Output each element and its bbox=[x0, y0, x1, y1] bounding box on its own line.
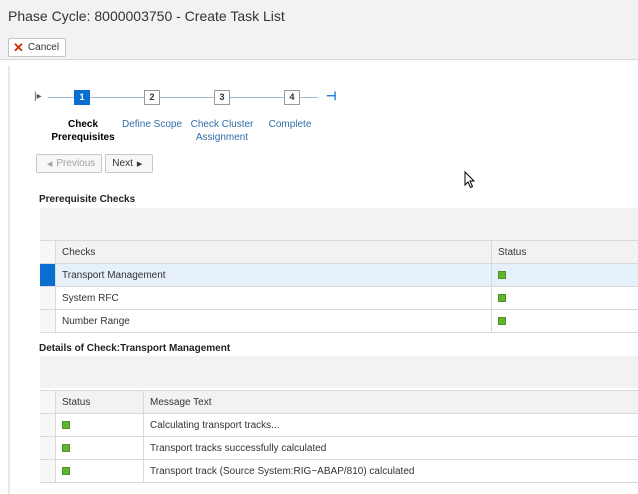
status-green-icon bbox=[498, 294, 506, 302]
row-selector[interactable] bbox=[40, 287, 56, 309]
wizard-step-2-label[interactable]: Define Scope bbox=[114, 118, 190, 131]
column-header-status[interactable]: Status bbox=[56, 391, 144, 413]
cancel-button[interactable]: ✕ Cancel bbox=[8, 38, 67, 57]
message-cell: Calculating transport tracks... bbox=[150, 419, 280, 431]
message-cell: Transport track (Source System:RIG~ABAP/… bbox=[150, 465, 415, 477]
mouse-cursor-icon bbox=[464, 171, 476, 189]
status-cell bbox=[492, 264, 506, 286]
wizard-step-1-label-line2: Prerequisites bbox=[51, 132, 115, 143]
prerequisite-checks-title: Prerequisite Checks bbox=[39, 194, 136, 205]
wizard-step-3[interactable]: 3 bbox=[214, 90, 230, 105]
wizard-start-icon: |▸ bbox=[34, 91, 42, 102]
table-row[interactable]: Calculating transport tracks... bbox=[40, 414, 638, 437]
row-selector[interactable] bbox=[40, 310, 56, 332]
status-cell bbox=[492, 310, 506, 332]
table-row[interactable]: Number Range bbox=[40, 310, 638, 333]
status-green-icon bbox=[498, 317, 506, 325]
previous-button[interactable]: ◀ Previous bbox=[36, 154, 103, 173]
details-table: Status Message Text Calculating transpor… bbox=[40, 390, 638, 483]
title-bar: Phase Cycle: 8000003750 - Create Task Li… bbox=[0, 0, 638, 32]
table-header-row: Status Message Text bbox=[40, 391, 638, 414]
status-green-icon bbox=[62, 421, 70, 429]
previous-label: Previous bbox=[56, 158, 96, 169]
prerequisite-table: Checks Status Transport Management Syste… bbox=[40, 240, 638, 333]
wizard-step-2-label-line1: Define Scope bbox=[121, 119, 183, 130]
row-selector[interactable] bbox=[40, 437, 56, 459]
wizard-step-4-label[interactable]: Complete bbox=[256, 118, 324, 131]
details-title: Details of Check:Transport Management bbox=[39, 343, 231, 354]
table-row[interactable]: Transport track (Source System:RIG~ABAP/… bbox=[40, 460, 638, 483]
wizard-step-4-label-line1: Complete bbox=[268, 119, 312, 130]
wizard-end-icon: ⊣ bbox=[326, 89, 337, 103]
wizard-step-3-label-line1: Check Cluster bbox=[190, 119, 254, 130]
row-selector[interactable] bbox=[40, 264, 56, 286]
row-selector[interactable] bbox=[40, 460, 56, 482]
close-icon: ✕ bbox=[13, 40, 24, 55]
column-header-message[interactable]: Message Text bbox=[144, 391, 212, 413]
cancel-label: Cancel bbox=[27, 42, 60, 53]
main-content: |▸ ⊣ 1 2 3 4 Check Prerequisites Define … bbox=[8, 66, 638, 494]
toolbar: ✕ Cancel bbox=[0, 32, 638, 60]
wizard-step-1-label-line1: Check bbox=[67, 119, 98, 130]
column-header-checks[interactable]: Checks bbox=[56, 241, 492, 263]
check-name-cell: Number Range bbox=[56, 310, 492, 332]
status-green-icon bbox=[62, 467, 70, 475]
wizard-step-3-label[interactable]: Check Cluster Assignment bbox=[184, 118, 260, 144]
wizard-step-2[interactable]: 2 bbox=[144, 90, 160, 105]
next-button[interactable]: Next ▶ bbox=[105, 154, 154, 173]
status-cell bbox=[56, 414, 144, 436]
wizard-nav: ◀ Previous Next ▶ bbox=[36, 154, 156, 173]
status-cell bbox=[492, 287, 506, 309]
status-cell bbox=[56, 460, 144, 482]
check-name-cell: System RFC bbox=[56, 287, 492, 309]
wizard-progress: |▸ ⊣ 1 2 3 4 Check Prerequisites Define … bbox=[10, 66, 350, 146]
page-title: Phase Cycle: 8000003750 - Create Task Li… bbox=[8, 8, 285, 24]
chevron-left-icon: ◀ bbox=[47, 160, 53, 168]
wizard-step-1-label[interactable]: Check Prerequisites bbox=[48, 118, 118, 144]
wizard-step-4[interactable]: 4 bbox=[284, 90, 300, 105]
wizard-step-1[interactable]: 1 bbox=[74, 90, 90, 105]
message-cell: Transport tracks successfully calculated bbox=[150, 442, 327, 454]
row-selector-header bbox=[40, 241, 56, 263]
table-row[interactable]: Transport tracks successfully calculated bbox=[40, 437, 638, 460]
status-cell bbox=[56, 437, 144, 459]
check-name-cell: Transport Management bbox=[56, 264, 492, 286]
status-green-icon bbox=[498, 271, 506, 279]
wizard-step-3-label-line2: Assignment bbox=[195, 132, 249, 143]
table-header-row: Checks Status bbox=[40, 241, 638, 264]
chevron-right-icon: ▶ bbox=[136, 160, 143, 168]
column-header-status[interactable]: Status bbox=[492, 241, 526, 263]
next-label: Next bbox=[112, 158, 133, 169]
table-row[interactable]: System RFC bbox=[40, 287, 638, 310]
table-row[interactable]: Transport Management bbox=[40, 264, 638, 287]
row-selector-header bbox=[40, 391, 56, 413]
prerequisite-table-toolbar bbox=[40, 208, 638, 240]
details-table-toolbar bbox=[40, 356, 638, 388]
status-green-icon bbox=[62, 444, 70, 452]
row-selector[interactable] bbox=[40, 414, 56, 436]
